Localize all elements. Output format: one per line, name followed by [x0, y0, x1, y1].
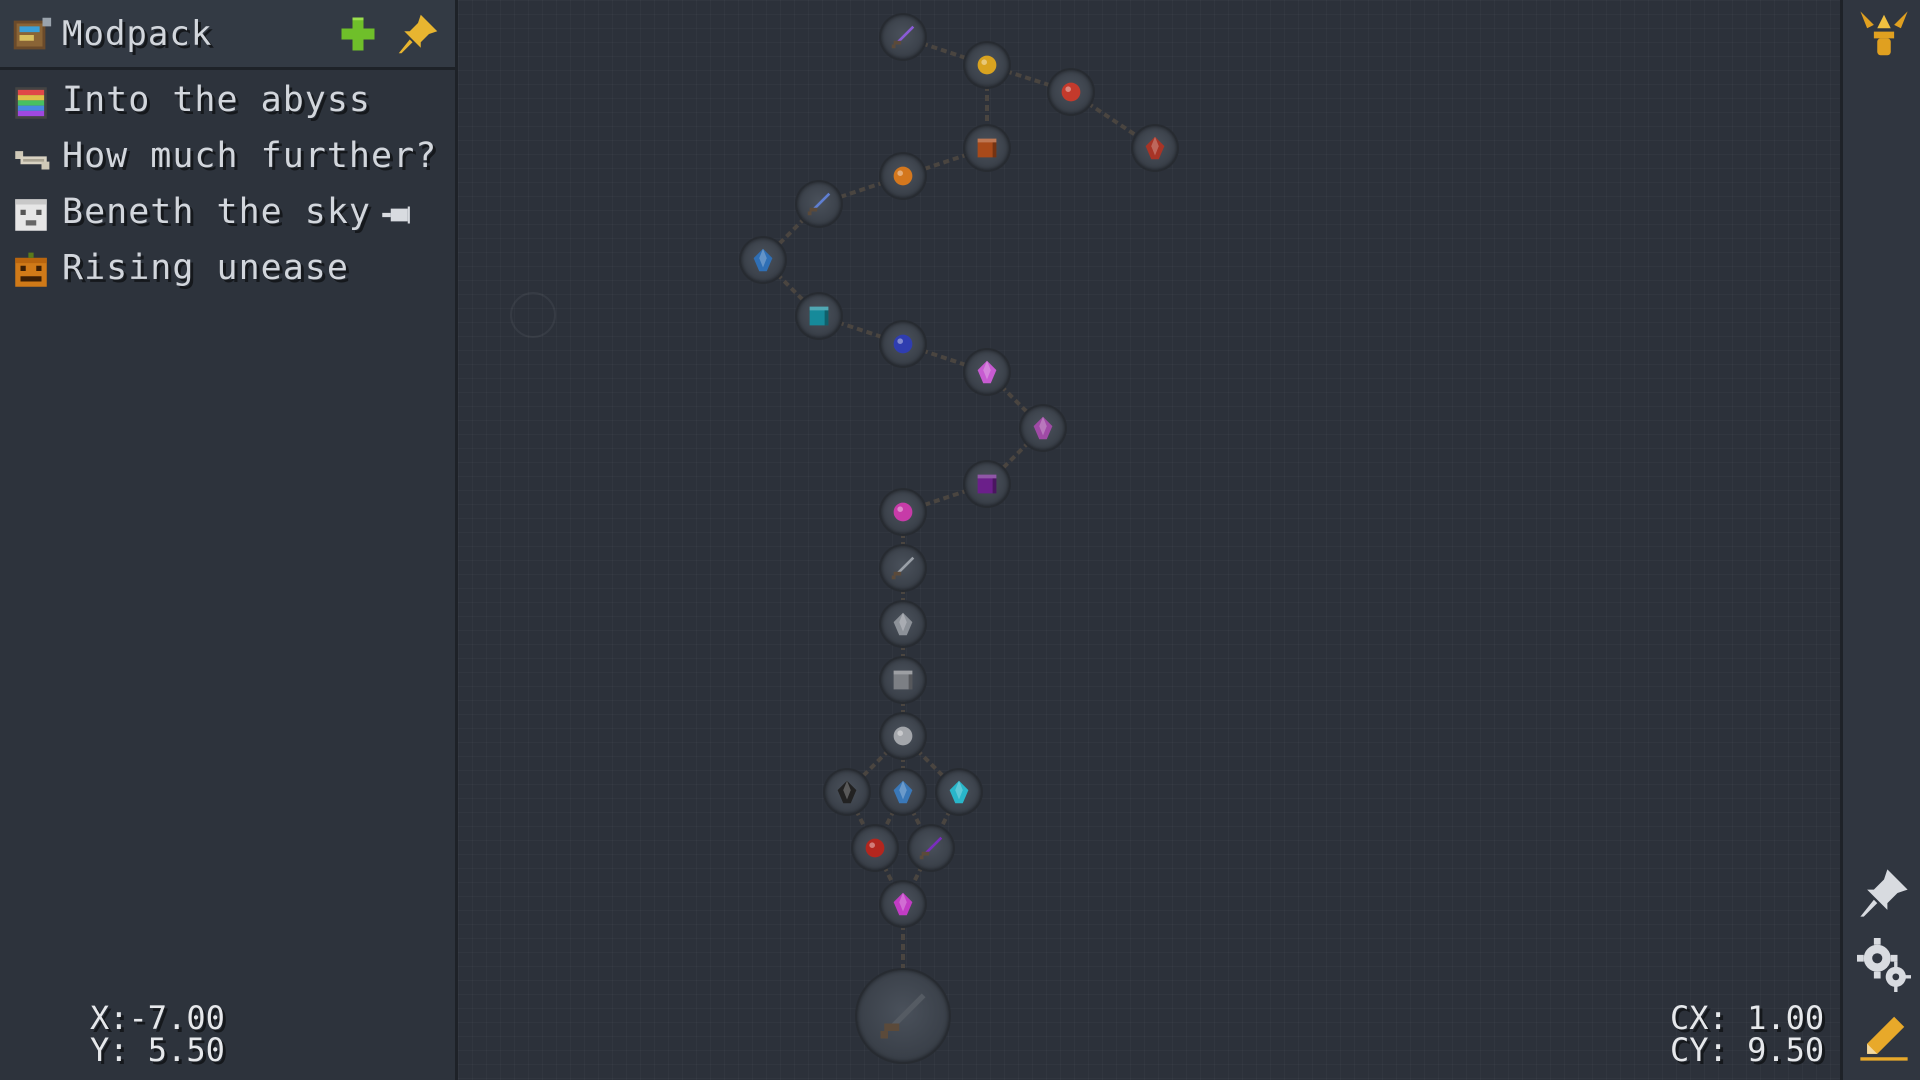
quest-node[interactable] — [797, 294, 841, 338]
violet-blade-icon — [919, 836, 943, 860]
gold-nugget-icon — [977, 55, 997, 75]
edit-pencil-icon[interactable] — [1857, 1010, 1911, 1064]
quest-node[interactable] — [1133, 126, 1177, 170]
chapter-item-how-much-further[interactable]: How much further? — [6, 132, 452, 184]
chapter-label: Into the abyss — [62, 80, 372, 120]
cursor-x-coordinate: X:-7.00 — [90, 999, 225, 1037]
chapter-item-rising-unease[interactable]: Rising unease — [6, 244, 452, 296]
cursor-y-coordinate: Y: 5.50 — [90, 1031, 225, 1069]
quest-node[interactable] — [825, 770, 869, 814]
pinned-indicator-icon — [382, 206, 410, 224]
red-brick-stairs-icon — [1145, 136, 1165, 160]
quest-node[interactable] — [965, 126, 1009, 170]
purple-sword-icon — [891, 25, 915, 49]
copper-block-icon — [977, 138, 997, 158]
quest-node[interactable] — [1049, 70, 1093, 114]
gray-gear-icon — [893, 612, 913, 636]
quest-node[interactable] — [741, 238, 785, 282]
quest-book-icon[interactable] — [1857, 8, 1911, 62]
quest-node[interactable] — [881, 15, 925, 59]
quest-node[interactable] — [881, 602, 925, 646]
carved-pumpkin-icon — [15, 252, 47, 287]
blaze-face-icon — [893, 166, 913, 186]
chapter-item-into-the-abyss[interactable]: Into the abyss — [6, 76, 452, 128]
quest-node[interactable] — [881, 154, 925, 198]
dark-greatsword-icon — [880, 993, 926, 1039]
chapter-label: How much further? — [62, 136, 438, 176]
chapter-sidebar: Modpack Into the abyss How much further?… — [0, 0, 458, 1080]
chapter-label: Rising unease — [62, 248, 349, 288]
quest-canvas[interactable]: CX: 1.00 CY: 9.50 — [458, 0, 1840, 1080]
magenta-orb-icon — [893, 502, 913, 522]
rainbow-book-icon — [15, 87, 47, 119]
purple-block-icon — [977, 474, 997, 494]
quest-node[interactable] — [853, 826, 897, 870]
settings-gears-icon[interactable] — [1857, 938, 1911, 992]
black-feather-icon — [837, 780, 857, 804]
red-pearl-icon — [865, 838, 885, 858]
gray-sword-icon — [891, 556, 915, 580]
shield-medallion-icon — [1061, 82, 1081, 102]
quest-node[interactable] — [1021, 406, 1065, 450]
quest-node[interactable] — [881, 490, 925, 534]
purple-chestplate-icon — [1033, 416, 1053, 440]
gray-face-icon — [893, 726, 913, 746]
pink-crystal-icon — [977, 360, 997, 384]
quest-node[interactable] — [881, 714, 925, 758]
blue-lantern-icon — [893, 780, 913, 804]
blue-dagger-icon — [807, 192, 831, 216]
modpack-title: Modpack — [62, 14, 213, 54]
pin-icon[interactable] — [1857, 866, 1911, 920]
blue-fish-icon — [753, 248, 773, 272]
warped-block-icon — [809, 306, 829, 326]
add-chapter-button[interactable] — [336, 12, 380, 56]
center-y-coordinate: CY: 9.50 — [1670, 1031, 1825, 1069]
stone-block-icon — [893, 670, 913, 690]
quest-node[interactable] — [881, 322, 925, 366]
modpack-book-icon — [13, 17, 52, 50]
pin-sidebar-button[interactable] — [396, 12, 440, 56]
quest-node[interactable] — [965, 43, 1009, 87]
quest-node[interactable] — [965, 462, 1009, 506]
quest-node[interactable] — [881, 546, 925, 590]
quest-node[interactable] — [937, 770, 981, 814]
right-toolbar — [1840, 0, 1920, 1080]
chapter-label: Beneth the sky — [62, 192, 372, 232]
hover-placeholder — [510, 292, 556, 338]
bone-icon — [15, 151, 50, 170]
quest-node[interactable] — [881, 658, 925, 702]
center-x-coordinate: CX: 1.00 — [1670, 999, 1825, 1037]
ghast-face-icon — [15, 199, 47, 231]
sidebar-header: Modpack — [0, 0, 455, 70]
quest-node[interactable] — [965, 350, 1009, 394]
cyan-crystal-icon — [949, 780, 969, 804]
quest-node[interactable] — [881, 882, 925, 926]
quest-node[interactable] — [909, 826, 953, 870]
quest-node[interactable] — [857, 970, 949, 1062]
chapter-item-beneth-the-sky[interactable]: Beneth the sky — [6, 188, 452, 240]
quest-node[interactable] — [797, 182, 841, 226]
magenta-key-icon — [893, 892, 913, 916]
quest-node[interactable] — [881, 770, 925, 814]
dark-blue-orb-icon — [893, 334, 913, 354]
